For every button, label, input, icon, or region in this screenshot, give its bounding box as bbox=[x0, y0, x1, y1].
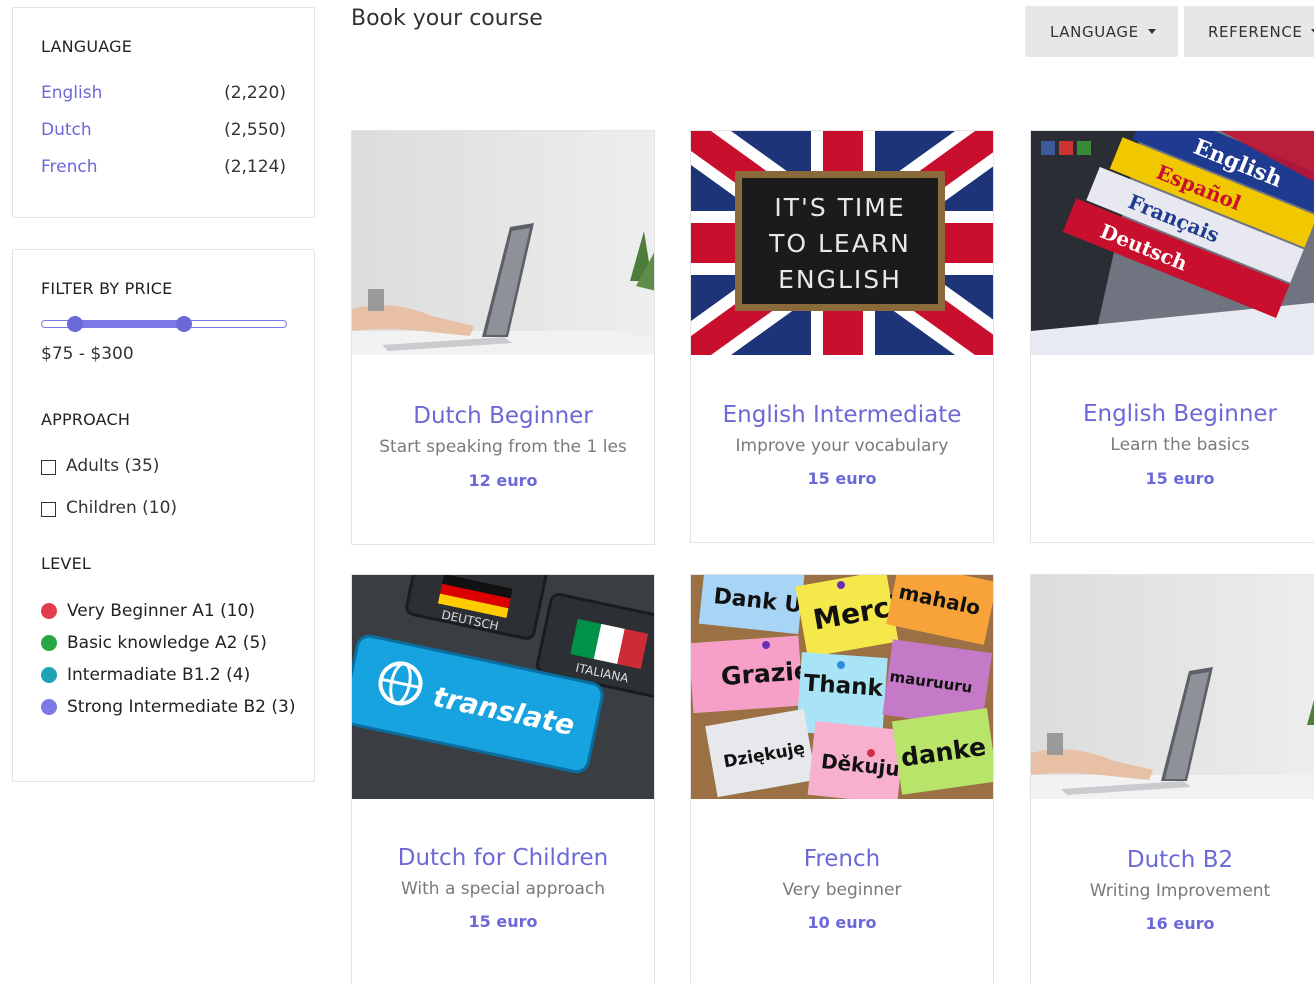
level-option-label: Very Beginner A1 (10) bbox=[67, 601, 256, 621]
course-price: 12 euro bbox=[468, 471, 538, 490]
language-filter-title: LANGUAGE bbox=[41, 37, 133, 56]
dropdown-label: REFERENCE bbox=[1208, 22, 1303, 41]
course-card-english-beginner[interactable]: English Español Français Deutsch English… bbox=[1030, 130, 1314, 543]
level-option[interactable]: Intermadiate B1.2 (4) bbox=[41, 665, 250, 685]
chalkboard-text-line1: IT'S TIME bbox=[774, 193, 905, 222]
level-color-dot bbox=[41, 603, 57, 619]
course-card-french[interactable]: Dank U Merci mahalo Grazie Thank you mau… bbox=[690, 574, 994, 983]
course-card-dutch-for-children[interactable]: DEUTSCH ITALIANA translate Dutch for Chi… bbox=[351, 574, 655, 983]
approach-title: APPROACH bbox=[41, 410, 131, 429]
approach-option-children[interactable]: Children (10) bbox=[41, 498, 177, 518]
language-option-count: (2,220) bbox=[224, 83, 286, 103]
checkbox[interactable] bbox=[41, 460, 56, 475]
course-image-laptop[interactable] bbox=[1031, 575, 1314, 799]
chalkboard-text-line2: TO LEARN bbox=[768, 229, 911, 258]
course-subtitle: Writing Improvement bbox=[1089, 881, 1271, 901]
language-option-dutch[interactable]: Dutch (2,550) bbox=[41, 119, 286, 141]
course-subtitle: Improve your vocabulary bbox=[735, 436, 949, 456]
price-range-slider[interactable] bbox=[41, 316, 287, 332]
course-price: 16 euro bbox=[1145, 914, 1215, 933]
slider-max-handle[interactable] bbox=[176, 316, 192, 332]
level-color-dot bbox=[41, 635, 57, 651]
course-card-dutch-b2[interactable]: Dutch B2 Writing Improvement 16 euro bbox=[1030, 574, 1314, 983]
slider-range-fill bbox=[75, 320, 184, 328]
language-filter-panel: LANGUAGE English (2,220) Dutch (2,550) F… bbox=[12, 7, 315, 218]
checkbox[interactable] bbox=[41, 502, 56, 517]
caret-down-icon bbox=[1147, 29, 1156, 34]
course-title[interactable]: Dutch Beginner bbox=[352, 403, 654, 429]
level-option[interactable]: Strong Intermediate B2 (3) bbox=[41, 697, 296, 717]
language-option-count: (2,124) bbox=[224, 157, 286, 177]
language-option-label[interactable]: English bbox=[41, 83, 102, 103]
course-price: 15 euro bbox=[807, 469, 877, 488]
course-title[interactable]: English Intermediate bbox=[691, 402, 993, 428]
language-option-count: (2,550) bbox=[224, 120, 286, 140]
language-option-english[interactable]: English (2,220) bbox=[41, 82, 286, 104]
approach-option-adults[interactable]: Adults (35) bbox=[41, 456, 159, 476]
level-option-label: Strong Intermediate B2 (3) bbox=[67, 697, 296, 717]
course-card-english-intermediate[interactable]: IT'S TIME TO LEARN ENGLISH English Inter… bbox=[690, 130, 994, 543]
level-option[interactable]: Very Beginner A1 (10) bbox=[41, 601, 255, 621]
dropdown-label: LANGUAGE bbox=[1050, 22, 1139, 41]
level-option[interactable]: Basic knowledge A2 (5) bbox=[41, 633, 267, 653]
course-subtitle: Start speaking from the 1 les bbox=[379, 437, 627, 457]
course-subtitle: Very beginner bbox=[782, 880, 902, 900]
course-title[interactable]: Dutch for Children bbox=[352, 845, 654, 871]
price-range-text: $75 - $300 bbox=[41, 344, 134, 364]
course-subtitle: Learn the basics bbox=[1110, 435, 1250, 455]
chalkboard-text-line3: ENGLISH bbox=[778, 265, 902, 294]
level-option-label: Intermadiate B1.2 (4) bbox=[67, 665, 251, 685]
language-option-label[interactable]: Dutch bbox=[41, 120, 92, 140]
course-image-dictionaries[interactable]: English Español Français Deutsch bbox=[1031, 131, 1314, 355]
level-color-dot bbox=[41, 667, 57, 683]
language-dropdown[interactable]: LANGUAGE bbox=[1025, 6, 1178, 57]
approach-option-label: Children (10) bbox=[66, 498, 178, 518]
approach-option-label: Adults (35) bbox=[66, 456, 160, 476]
course-price: 15 euro bbox=[1145, 469, 1215, 488]
page-title: Book your course bbox=[351, 6, 543, 31]
course-image-thank-you-notes[interactable]: Dank U Merci mahalo Grazie Thank you mau… bbox=[691, 575, 993, 799]
slider-min-handle[interactable] bbox=[67, 316, 83, 332]
filter-price-title: FILTER BY PRICE bbox=[41, 279, 173, 298]
reference-dropdown[interactable]: REFERENCE bbox=[1184, 6, 1314, 57]
course-price: 15 euro bbox=[468, 912, 538, 931]
course-image-laptop[interactable] bbox=[352, 131, 654, 355]
language-option-label[interactable]: French bbox=[41, 157, 98, 177]
level-color-dot bbox=[41, 699, 57, 715]
course-title[interactable]: French bbox=[691, 846, 993, 872]
filter-panel: FILTER BY PRICE $75 - $300 APPROACH Adul… bbox=[12, 249, 315, 782]
level-option-label: Basic knowledge A2 (5) bbox=[67, 633, 267, 653]
course-subtitle: With a special approach bbox=[400, 879, 606, 899]
course-image-translate-keyboard[interactable]: DEUTSCH ITALIANA translate bbox=[352, 575, 654, 799]
course-price: 10 euro bbox=[807, 913, 877, 932]
course-title[interactable]: Dutch B2 bbox=[1031, 847, 1314, 873]
course-image-union-jack-chalkboard[interactable]: IT'S TIME TO LEARN ENGLISH bbox=[691, 131, 993, 355]
course-card-dutch-beginner[interactable]: Dutch Beginner Start speaking from the 1… bbox=[351, 130, 655, 545]
course-title[interactable]: English Beginner bbox=[1031, 401, 1314, 427]
level-title: LEVEL bbox=[41, 554, 91, 573]
language-option-french[interactable]: French (2,124) bbox=[41, 156, 286, 178]
